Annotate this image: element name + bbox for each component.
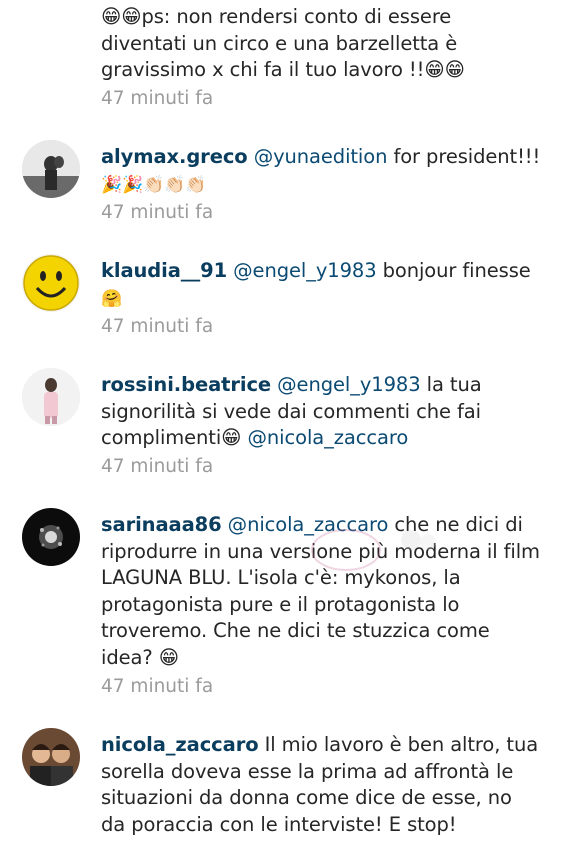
comment-timestamp: 47 minuti fa (101, 202, 214, 223)
comment-username[interactable]: nicola_zaccaro (101, 733, 259, 756)
comment-body: 😁😁ps: non rendersi conto di essere diven… (101, 5, 465, 81)
avatar[interactable] (22, 508, 80, 566)
comment-body: bonjour finesse (376, 259, 531, 282)
comment-mention[interactable]: @nicola_zaccaro (228, 513, 389, 536)
comment-mention[interactable]: @yunaedition (254, 145, 388, 168)
comment-mention[interactable]: @nicola_zaccaro (248, 426, 409, 449)
comment-username[interactable]: klaudia__91 (101, 259, 227, 282)
comment-mention[interactable]: @engel_y1983 (277, 373, 420, 396)
comment-username[interactable]: alymax.greco (101, 145, 248, 168)
comment-emoji-line: 🤗 (101, 288, 123, 309)
comment-text: rossini.beatrice @engel_y1983 la tua sig… (101, 372, 541, 452)
avatar[interactable] (22, 728, 80, 786)
comment-body: che ne dici di riprodurre in una version… (101, 513, 540, 669)
comment-text: klaudia__91 @engel_y1983 bonjour finesse… (101, 258, 541, 312)
comment-emoji-line: 🎉🎉👏🏻👏🏻👏🏻 (101, 174, 207, 195)
comment-text: sarinaaa86 @nicola_zaccaro che ne dici d… (101, 512, 541, 671)
comment-mention[interactable]: @engel_y1983 (233, 259, 376, 282)
avatar[interactable] (22, 368, 80, 426)
comment-text: nicola_zaccaro Il mio lavoro è ben altro… (101, 732, 541, 838)
comment-timestamp: 47 minuti fa (101, 316, 214, 337)
comment-username[interactable]: rossini.beatrice (101, 373, 271, 396)
avatar[interactable] (22, 140, 80, 198)
comment-body: for president!!! (387, 145, 541, 168)
comment-text: alymax.greco @yunaedition for president!… (101, 144, 541, 198)
comment-timestamp: 47 minuti fa (101, 456, 214, 477)
comment-timestamp: 47 minuti fa (101, 88, 214, 109)
avatar[interactable] (22, 254, 80, 312)
comment-text: 😁😁ps: non rendersi conto di essere diven… (101, 4, 541, 84)
comment-timestamp: 47 minuti fa (101, 676, 214, 697)
comment-username[interactable]: sarinaaa86 (101, 513, 222, 536)
